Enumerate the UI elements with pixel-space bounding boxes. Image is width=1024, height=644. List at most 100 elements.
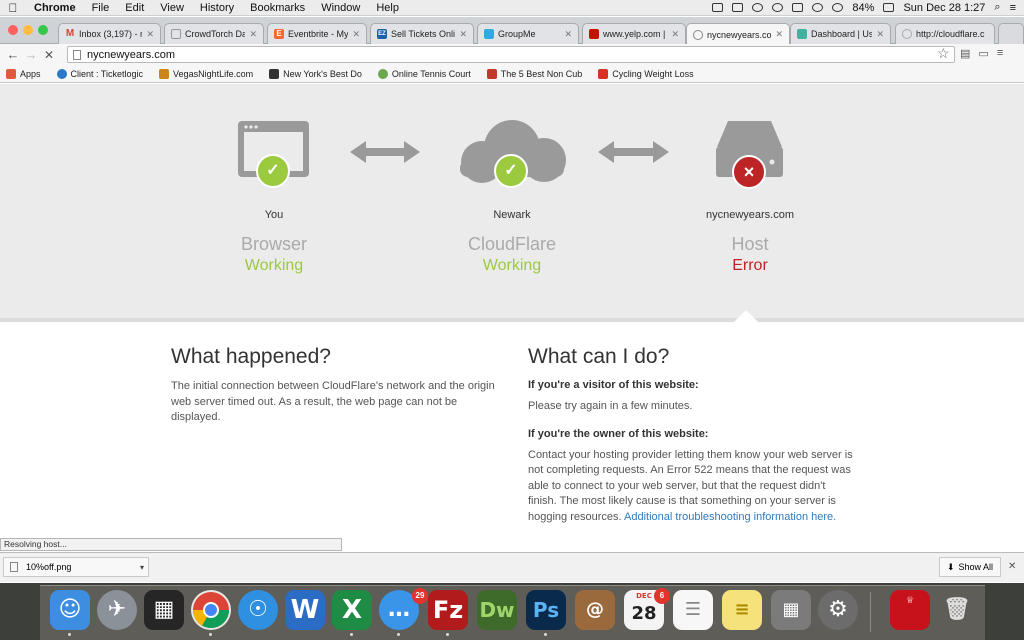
visitor-body: Please try again in a few minutes. — [528, 400, 693, 412]
chrome-menu-icon[interactable]: ≡ — [997, 47, 1003, 60]
tab-cloudflare[interactable]: http://cloudflare.c — [895, 23, 995, 44]
notes-icon[interactable]: ≡ — [722, 590, 762, 630]
reminders-icon[interactable]: ☰ — [673, 590, 713, 630]
bookmark-nyc-best[interactable]: New York's Best Do — [269, 68, 362, 79]
node-location: You — [264, 209, 284, 221]
window-controls — [8, 25, 48, 35]
launchpad-icon[interactable]: ✈ — [97, 590, 137, 630]
screen-mirror-icon[interactable] — [712, 3, 724, 12]
bookmark-label: New York's Best Do — [283, 68, 362, 79]
finder-icon[interactable]: ☺ — [50, 590, 90, 630]
close-tab-icon[interactable]: ✕ — [352, 29, 360, 40]
cast-icon[interactable]: ▭ — [978, 47, 988, 60]
notification-center-icon[interactable]: ≡ — [1010, 2, 1016, 14]
bookmark-star-icon[interactable]: ☆ — [937, 45, 950, 62]
document-thumbnail-icon[interactable]: ♕ — [890, 590, 930, 630]
section-heading: What can I do? — [528, 345, 670, 368]
accessibility-icon[interactable] — [772, 3, 784, 12]
tab-eventbrite[interactable]: E Eventbrite - My E✕ — [267, 23, 367, 44]
bookmarks-bar: Apps Client : Ticketlogic VegasNightLife… — [0, 65, 1024, 83]
spotlight-icon[interactable]: ⌕ — [994, 1, 1000, 14]
close-tab-icon[interactable]: ✕ — [146, 29, 154, 40]
contacts-icon[interactable]: @ — [575, 590, 615, 630]
close-tab-icon[interactable]: ✕ — [459, 29, 467, 40]
tab-label: CrowdTorch Dash — [185, 29, 245, 39]
filezilla-icon[interactable]: Fz — [428, 590, 468, 630]
extension-icon[interactable]: ▤ — [960, 47, 970, 60]
chevron-down-icon[interactable]: ▾ — [140, 563, 148, 572]
error-diagram: ✓ ✓ × You Browser Working Newark CloudFl… — [0, 84, 1024, 322]
tab-nycnewyears[interactable]: nycnewyears.com✕ — [686, 23, 790, 45]
apple-menu-icon[interactable]:  — [0, 1, 26, 15]
bookmark-5-best[interactable]: The 5 Best Non Cub — [486, 68, 582, 79]
menu-edit[interactable]: Edit — [117, 2, 152, 14]
download-item[interactable]: 10%off.png ▾ — [3, 557, 149, 577]
chrome-icon[interactable] — [191, 590, 231, 630]
tab-groupme[interactable]: GroupMe ✕ — [477, 23, 579, 44]
dropbox-icon[interactable] — [732, 3, 744, 12]
menu-window[interactable]: Window — [313, 2, 368, 14]
tab-gmail[interactable]: M Inbox (3,197) - na ✕ — [58, 23, 161, 44]
trash-icon[interactable]: 🗑 — [937, 590, 977, 630]
tab-strip: MInbox (3,197) - na✕ CrowdTorch Dash ✕ EE… — [0, 17, 1024, 45]
close-window-button[interactable] — [8, 25, 18, 35]
gmail-icon: M — [65, 28, 75, 39]
troubleshooting-link[interactable]: Additional troubleshooting information h… — [624, 511, 836, 523]
bookmark-vegasnightlife[interactable]: VegasNightLife.com — [159, 68, 253, 79]
calendar-badge: 6 — [654, 588, 670, 604]
battery-icon[interactable] — [883, 3, 895, 12]
calculator-icon[interactable]: ▦ — [771, 590, 811, 630]
forward-arrow-icon[interactable]: → — [22, 47, 40, 62]
bookmark-apps[interactable]: Apps — [6, 68, 41, 79]
zoom-window-button[interactable] — [38, 25, 48, 35]
menu-bookmarks[interactable]: Bookmarks — [242, 2, 313, 14]
bookmark-label: Apps — [20, 68, 41, 79]
menu-help[interactable]: Help — [368, 2, 407, 14]
tab-crowdtorch[interactable]: CrowdTorch Dash ✕ — [164, 23, 264, 44]
volume-icon[interactable] — [792, 3, 804, 12]
notification-icon[interactable] — [752, 3, 764, 12]
address-bar[interactable]: nycnewyears.com — [67, 46, 955, 63]
minimize-window-button[interactable] — [23, 25, 33, 35]
menubar-clock[interactable]: Sun Dec 28 1:27 — [903, 2, 985, 14]
menu-file[interactable]: File — [84, 2, 118, 14]
system-preferences-icon[interactable]: ⚙ — [818, 590, 858, 630]
tab-sell-tickets[interactable]: EZ Sell Tickets Onlin ✕ — [370, 23, 474, 44]
status-bubble: Resolving host... — [0, 538, 342, 551]
stop-loading-icon[interactable]: ✕ — [40, 48, 58, 62]
what-happened-section: What happened? The initial connection be… — [171, 345, 501, 426]
close-tab-icon[interactable]: ✕ — [775, 29, 783, 40]
close-tab-icon[interactable]: ✕ — [876, 29, 884, 40]
file-icon — [10, 562, 18, 572]
bookmark-tennis[interactable]: Online Tennis Court — [377, 68, 471, 79]
tab-yelp[interactable]: www.yelp.com | S ✕ — [582, 23, 686, 44]
bookmark-cycling[interactable]: Cycling Weight Loss — [598, 68, 694, 79]
left-right-arrow-icon — [598, 141, 669, 163]
excel-icon[interactable]: X — [332, 590, 372, 630]
photoshop-icon[interactable]: Ps — [526, 590, 566, 630]
dock-divider — [870, 592, 871, 632]
time-machine-icon[interactable] — [812, 3, 824, 12]
menu-history[interactable]: History — [192, 2, 242, 14]
close-tab-icon[interactable]: ✕ — [249, 29, 257, 40]
wifi-icon[interactable] — [832, 3, 844, 12]
tab-dashboard[interactable]: Dashboard | User✕ — [790, 23, 891, 44]
error-explanation: What happened? The initial connection be… — [0, 322, 1024, 538]
tab-label: nycnewyears.com — [707, 29, 772, 40]
back-arrow-icon[interactable]: ← — [4, 47, 22, 62]
show-all-downloads-button[interactable]: ⬇ Show All — [939, 557, 1001, 577]
new-tab-button[interactable] — [998, 23, 1024, 44]
what-can-i-do-section: What can I do? If you're a visitor of th… — [528, 345, 856, 526]
node-title: Host — [731, 234, 769, 254]
close-tab-icon[interactable]: ✕ — [671, 29, 679, 40]
word-icon[interactable]: W — [285, 590, 325, 630]
bookmark-ticketlogic[interactable]: Client : Ticketlogic — [56, 68, 143, 79]
close-tab-icon[interactable]: ✕ — [564, 29, 572, 40]
safari-icon[interactable]: ☉ — [238, 590, 278, 630]
dreamweaver-icon[interactable]: Dw — [477, 590, 517, 630]
mission-control-icon[interactable]: ▦ — [144, 590, 184, 630]
menu-view[interactable]: View — [152, 2, 192, 14]
ticketlogic-icon — [56, 68, 67, 79]
menu-app[interactable]: Chrome — [26, 2, 84, 14]
close-shelf-icon[interactable]: ✕ — [1008, 561, 1016, 572]
